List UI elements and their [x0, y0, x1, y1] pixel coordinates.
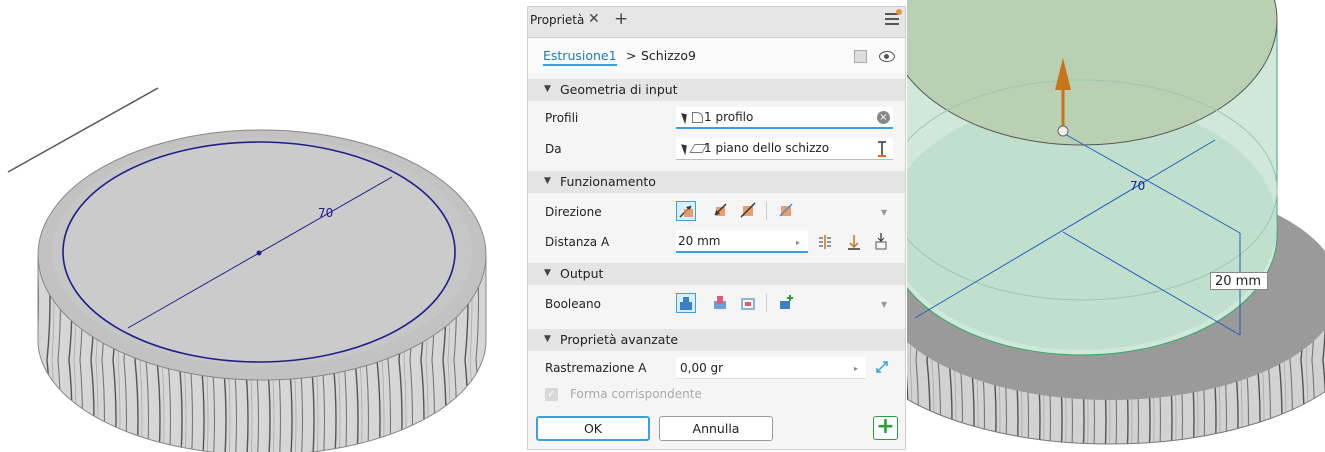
taper-value: 0,00 gr [680, 361, 724, 375]
profiles-value: 1 profilo [704, 110, 754, 124]
tab-properties[interactable]: Proprietà [530, 13, 584, 27]
boolean-cut-button[interactable] [711, 293, 731, 313]
from-select-field[interactable]: 1 piano dello schizzo [676, 138, 893, 160]
section-advanced[interactable]: ▼ Proprietà avanzate [528, 329, 905, 351]
direction-default-button[interactable] [676, 201, 696, 221]
from-label: Da [545, 142, 562, 156]
distance-input[interactable]: 20 mm [676, 231, 808, 253]
collapse-triangle-icon: ▼ [544, 268, 551, 278]
notification-dot [896, 9, 902, 15]
checkbox-check-icon: ✓ [545, 388, 558, 401]
clear-selection-icon[interactable]: × [877, 111, 890, 124]
diameter-label-right: 70 [1130, 179, 1145, 193]
visibility-eye-icon[interactable] [879, 51, 895, 62]
breadcrumb: Estrusione1 > Schizzo9 [528, 38, 905, 72]
section-input-geometry[interactable]: ▼ Geometria di input [528, 79, 905, 101]
breadcrumb-sketch[interactable]: Schizzo9 [641, 48, 696, 63]
direction-dropdown-icon[interactable]: ▼ [881, 208, 887, 217]
direction-flipped-button[interactable] [711, 201, 731, 221]
boolean-label: Booleano [545, 297, 601, 311]
boolean-new-solid-button[interactable] [777, 293, 797, 313]
distance-label: Distanza A [545, 235, 610, 249]
menu-icon[interactable] [885, 9, 902, 27]
breadcrumb-separator: > [626, 48, 637, 63]
direction-label: Direzione [545, 205, 602, 219]
distance-value: 20 mm [678, 234, 721, 248]
distance-menu-icon[interactable]: ▸ [796, 238, 800, 247]
select-cursor-icon [681, 111, 690, 125]
profiles-label: Profili [545, 111, 579, 125]
through-all-icon[interactable] [873, 232, 889, 251]
height-dimension-input[interactable]: 20 mm [1210, 272, 1268, 290]
boolean-dropdown-icon[interactable]: ▼ [881, 300, 887, 309]
section-output[interactable]: ▼ Output [528, 263, 905, 285]
apply-button[interactable]: + [873, 416, 898, 440]
properties-panel: Proprietà ✕ + Estrusione1 > Schizzo9 ▼ G… [527, 6, 906, 450]
direction-symmetric-button[interactable] [739, 201, 759, 221]
flip-taper-icon[interactable] [874, 359, 890, 375]
close-tab-icon[interactable]: ✕ [588, 11, 600, 27]
flip-from-icon[interactable] [876, 140, 888, 158]
boolean-join-button[interactable] [676, 293, 696, 313]
viewport-left[interactable]: 70 [0, 0, 527, 452]
select-cursor-icon [681, 142, 690, 156]
cancel-button[interactable]: Annulla [659, 416, 773, 441]
viewport-right[interactable]: 70 [907, 0, 1325, 452]
diameter-label-left: 70 [318, 206, 333, 220]
breadcrumb-feature[interactable]: Estrusione1 [543, 48, 617, 66]
ok-button[interactable]: OK [536, 416, 650, 441]
distance-options-icon[interactable] [817, 233, 833, 251]
separator [766, 202, 767, 220]
from-value: 1 piano dello schizzo [704, 141, 830, 155]
collapse-triangle-icon: ▼ [544, 176, 551, 186]
profile-icon [692, 112, 703, 123]
taper-input[interactable]: 0,00 gr [676, 357, 866, 379]
boolean-intersect-button[interactable] [739, 293, 759, 313]
direction-asymmetric-button[interactable] [777, 201, 797, 221]
ghost-preview-icon[interactable] [854, 50, 868, 63]
collapse-triangle-icon: ▼ [544, 84, 551, 94]
match-shape-label: Forma corrispondente [570, 387, 702, 401]
profiles-select-field[interactable]: 1 profilo × [676, 107, 893, 129]
taper-label: Rastremazione A [545, 361, 647, 375]
collapse-triangle-icon: ▼ [544, 334, 551, 344]
add-tab-icon[interactable]: + [614, 9, 628, 29]
separator [766, 294, 767, 312]
taper-menu-icon[interactable]: ▸ [854, 364, 858, 373]
to-face-icon[interactable] [847, 233, 861, 251]
panel-tabbar: Proprietà ✕ + [528, 7, 905, 38]
section-behavior[interactable]: ▼ Funzionamento [528, 171, 905, 193]
